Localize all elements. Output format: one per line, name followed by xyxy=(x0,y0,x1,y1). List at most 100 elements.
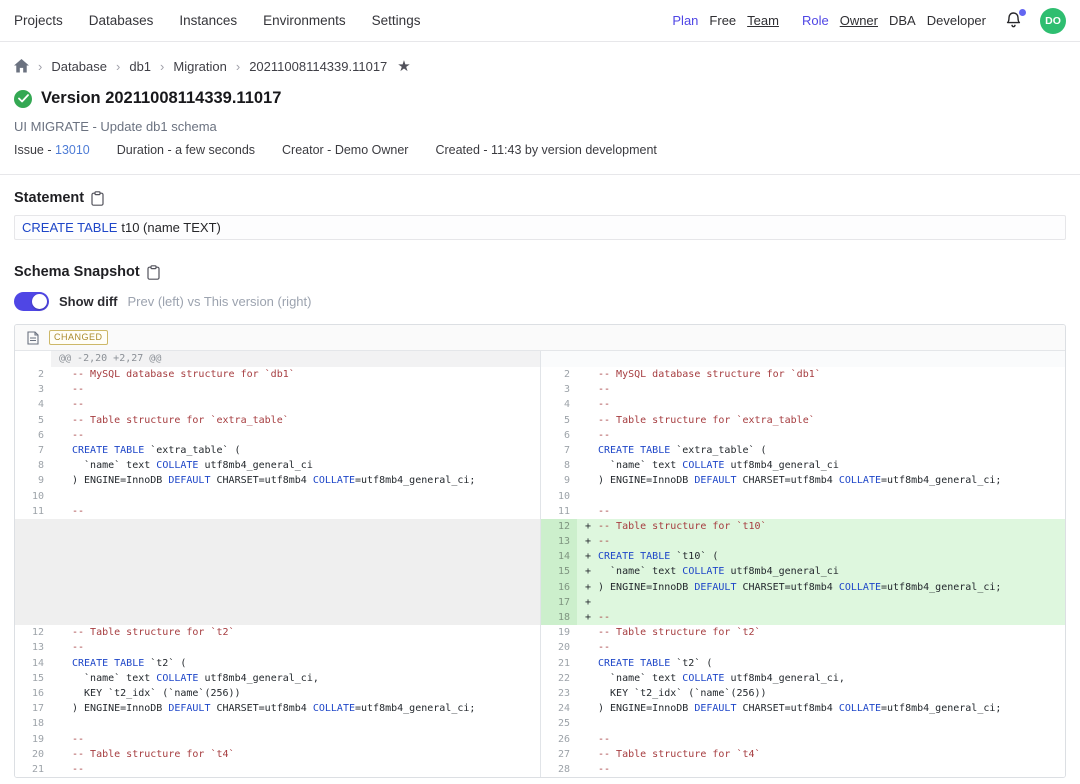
nav-item-projects[interactable]: Projects xyxy=(14,13,63,28)
code-token: CREATE TABLE xyxy=(72,658,144,669)
code-token: KEY `t2_idx` (`name`(256)) xyxy=(72,688,241,699)
code-line: -- MySQL database structure for `db1` xyxy=(51,367,540,382)
diff-row: 24) ENGINE=InnoDB DEFAULT CHARSET=utf8mb… xyxy=(541,701,1065,716)
breadcrumb-item-1[interactable]: Database xyxy=(51,59,107,74)
nav-item-databases[interactable]: Databases xyxy=(89,13,154,28)
code-line: +-- Table structure for `t10` xyxy=(577,519,1065,534)
code-line: -- xyxy=(51,762,540,777)
code-token: COLLATE xyxy=(682,460,724,471)
sql-keyword: CREATE TABLE xyxy=(22,220,117,235)
code-line xyxy=(51,595,540,610)
issue-link[interactable]: 13010 xyxy=(55,143,90,157)
code-token: =utf8mb4_general_ci; xyxy=(881,582,1001,593)
section-divider xyxy=(0,174,1080,175)
code-line xyxy=(51,716,540,731)
sql-rest: t10 (name TEXT) xyxy=(121,220,220,235)
line-number: 14 xyxy=(541,549,577,564)
breadcrumb-item-2[interactable]: db1 xyxy=(129,59,151,74)
line-number: 16 xyxy=(15,686,51,701)
code-line xyxy=(51,610,540,625)
diff-row: 9) ENGINE=InnoDB DEFAULT CHARSET=utf8mb4… xyxy=(541,473,1065,488)
diff-row xyxy=(15,610,540,625)
diff-row: 14+CREATE TABLE `t10` ( xyxy=(541,549,1065,564)
statement-title: Statement xyxy=(14,190,84,206)
diff-row: 20-- xyxy=(541,640,1065,655)
line-number xyxy=(15,564,51,579)
toggle-knob xyxy=(32,294,47,309)
code-line: -- xyxy=(51,732,540,747)
diff-row: 23 KEY `t2_idx` (`name`(256)) xyxy=(541,686,1065,701)
nav-item-instances[interactable]: Instances xyxy=(179,13,237,28)
code-line: +) ENGINE=InnoDB DEFAULT CHARSET=utf8mb4… xyxy=(577,580,1065,595)
code-token: -- xyxy=(598,734,610,745)
copy-statement-icon[interactable] xyxy=(91,191,104,206)
topbar-item-team[interactable]: Team xyxy=(747,13,779,28)
meta-item-2: Duration - a few seconds xyxy=(117,143,255,157)
code-token: ) ENGINE=InnoDB xyxy=(72,475,168,486)
line-number: 23 xyxy=(541,686,577,701)
nav-item-settings[interactable]: Settings xyxy=(372,13,421,28)
diff-row: 16+) ENGINE=InnoDB DEFAULT CHARSET=utf8m… xyxy=(541,580,1065,595)
breadcrumb-item-4[interactable]: 20211008114339.11017 xyxy=(249,59,387,74)
line-number: 4 xyxy=(541,397,577,412)
topbar-item-owner[interactable]: Owner xyxy=(840,13,878,28)
changed-status-badge: CHANGED xyxy=(49,330,108,345)
code-token: =utf8mb4_general_ci; xyxy=(881,475,1001,486)
diff-row: 15 `name` text COLLATE utf8mb4_general_c… xyxy=(15,671,540,686)
diff-row: 4-- xyxy=(15,397,540,412)
code-token: DEFAULT xyxy=(694,582,736,593)
diff-row: 2-- MySQL database structure for `db1` xyxy=(541,367,1065,382)
code-line: -- Table structure for `extra_table` xyxy=(577,413,1065,428)
top-nav-right: PlanFreeTeamRoleOwnerDBADeveloperDO xyxy=(672,8,1066,34)
show-diff-toggle[interactable] xyxy=(14,292,49,311)
code-token: CHARSET=utf8mb4 xyxy=(736,703,838,714)
line-number: 8 xyxy=(541,458,577,473)
diff-row: 3-- xyxy=(541,382,1065,397)
code-line xyxy=(51,549,540,564)
diff-row: 11-- xyxy=(15,504,540,519)
main-nav: Projects Databases Instances Environments Se… xyxy=(14,13,420,28)
line-number: 13 xyxy=(541,534,577,549)
code-line: -- xyxy=(51,428,540,443)
line-number: 7 xyxy=(15,443,51,458)
diff-row: 19-- Table structure for `t2` xyxy=(541,625,1065,640)
code-token: CHARSET=utf8mb4 xyxy=(736,475,838,486)
code-token: `extra_table` ( xyxy=(144,445,240,456)
line-number: 24 xyxy=(541,701,577,716)
code-line: -- xyxy=(577,640,1065,655)
line-number xyxy=(15,351,51,367)
code-line xyxy=(51,564,540,579)
notifications-bell-icon[interactable] xyxy=(1005,11,1025,31)
line-number: 20 xyxy=(15,747,51,762)
home-icon[interactable] xyxy=(14,59,29,73)
code-token: CREATE TABLE xyxy=(598,445,670,456)
diff-row xyxy=(15,549,540,564)
meta-item-1: Issue - 13010 xyxy=(14,143,90,157)
code-token: -- xyxy=(598,536,610,547)
breadcrumb-item-3[interactable]: Migration xyxy=(173,59,226,74)
code-line: `name` text COLLATE utf8mb4_general_ci, xyxy=(51,671,540,686)
code-token: -- Table structure for `extra_table` xyxy=(598,415,815,426)
code-line xyxy=(51,580,540,595)
code-line: -- xyxy=(577,382,1065,397)
code-token: `name` text xyxy=(72,673,156,684)
line-number: 5 xyxy=(15,413,51,428)
code-token: COLLATE xyxy=(313,703,355,714)
line-number: 9 xyxy=(541,473,577,488)
code-token: `name` text xyxy=(72,460,156,471)
star-icon[interactable]: ★ xyxy=(397,57,410,75)
code-token: -- xyxy=(598,399,610,410)
line-number: 19 xyxy=(15,732,51,747)
statement-code-block: CREATE TABLE t10 (name TEXT) xyxy=(14,215,1066,240)
schema-diff-widget: CHANGED @@ -2,20 +2,27 @@2-- MySQL datab… xyxy=(14,324,1066,778)
line-number: 27 xyxy=(541,747,577,762)
code-token: COLLATE xyxy=(839,475,881,486)
code-token: -- MySQL database structure for `db1` xyxy=(72,369,295,380)
avatar[interactable]: DO xyxy=(1040,8,1066,34)
show-diff-label: Show diff xyxy=(59,294,118,309)
breadcrumb-separator: › xyxy=(236,59,240,74)
snapshot-section-header: Schema Snapshot xyxy=(14,264,1066,280)
line-number xyxy=(15,549,51,564)
copy-snapshot-icon[interactable] xyxy=(147,265,160,280)
nav-item-environments[interactable]: Environments xyxy=(263,13,346,28)
